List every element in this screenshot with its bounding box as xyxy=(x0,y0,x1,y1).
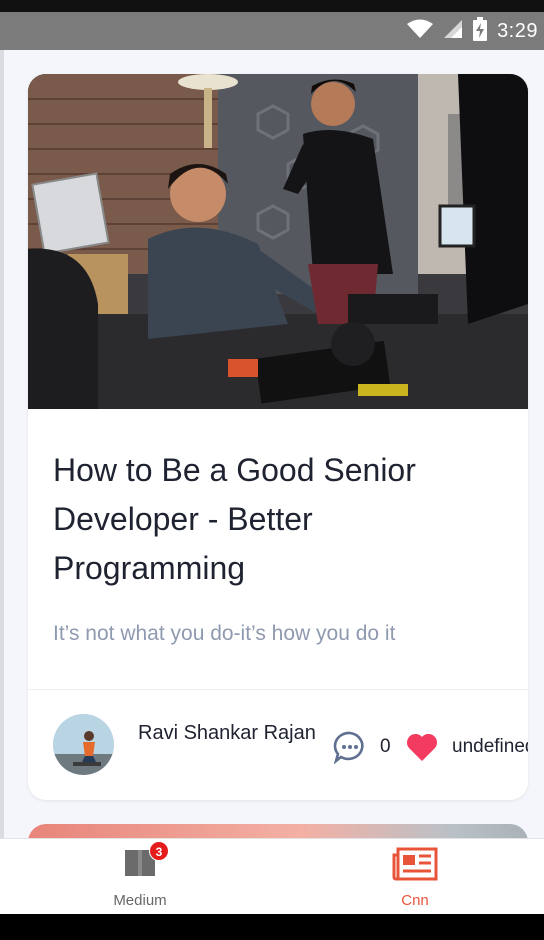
tab-medium[interactable]: 3 Medium xyxy=(80,839,200,915)
wifi-icon xyxy=(407,19,434,44)
tab-label-cnn: Cnn xyxy=(401,892,429,909)
status-time: 3:29 xyxy=(497,19,538,42)
tab-cnn[interactable]: Cnn xyxy=(355,839,475,915)
avatar[interactable] xyxy=(53,714,114,775)
article-hero-image xyxy=(28,74,528,409)
system-nav-bar xyxy=(0,914,544,940)
notification-badge: 3 xyxy=(149,841,169,861)
bottom-tab-bar: 3 Medium Cnn xyxy=(0,838,544,915)
battery-charging-icon xyxy=(473,16,488,46)
comment-icon[interactable] xyxy=(333,730,367,765)
article-card[interactable]: How to Be a Good Senior Developer - Bett… xyxy=(28,74,528,800)
system-top-strip xyxy=(0,0,544,12)
heart-icon[interactable] xyxy=(406,732,438,762)
left-edge xyxy=(0,50,4,840)
article-title[interactable]: How to Be a Good Senior Developer - Bett… xyxy=(53,446,493,593)
status-bar: 3:29 xyxy=(0,12,544,50)
newspaper-icon xyxy=(392,847,438,886)
tab-label-medium: Medium xyxy=(113,892,167,909)
like-count: undefined xyxy=(452,736,528,757)
article-subtitle: It’s not what you do-it’s how you do it xyxy=(53,622,396,645)
article-footer: Ravi Shankar Rajan 0 undefined xyxy=(28,690,528,800)
author-name[interactable]: Ravi Shankar Rajan xyxy=(138,722,316,745)
signal-icon xyxy=(443,19,463,44)
comment-count: 0 xyxy=(380,736,391,757)
